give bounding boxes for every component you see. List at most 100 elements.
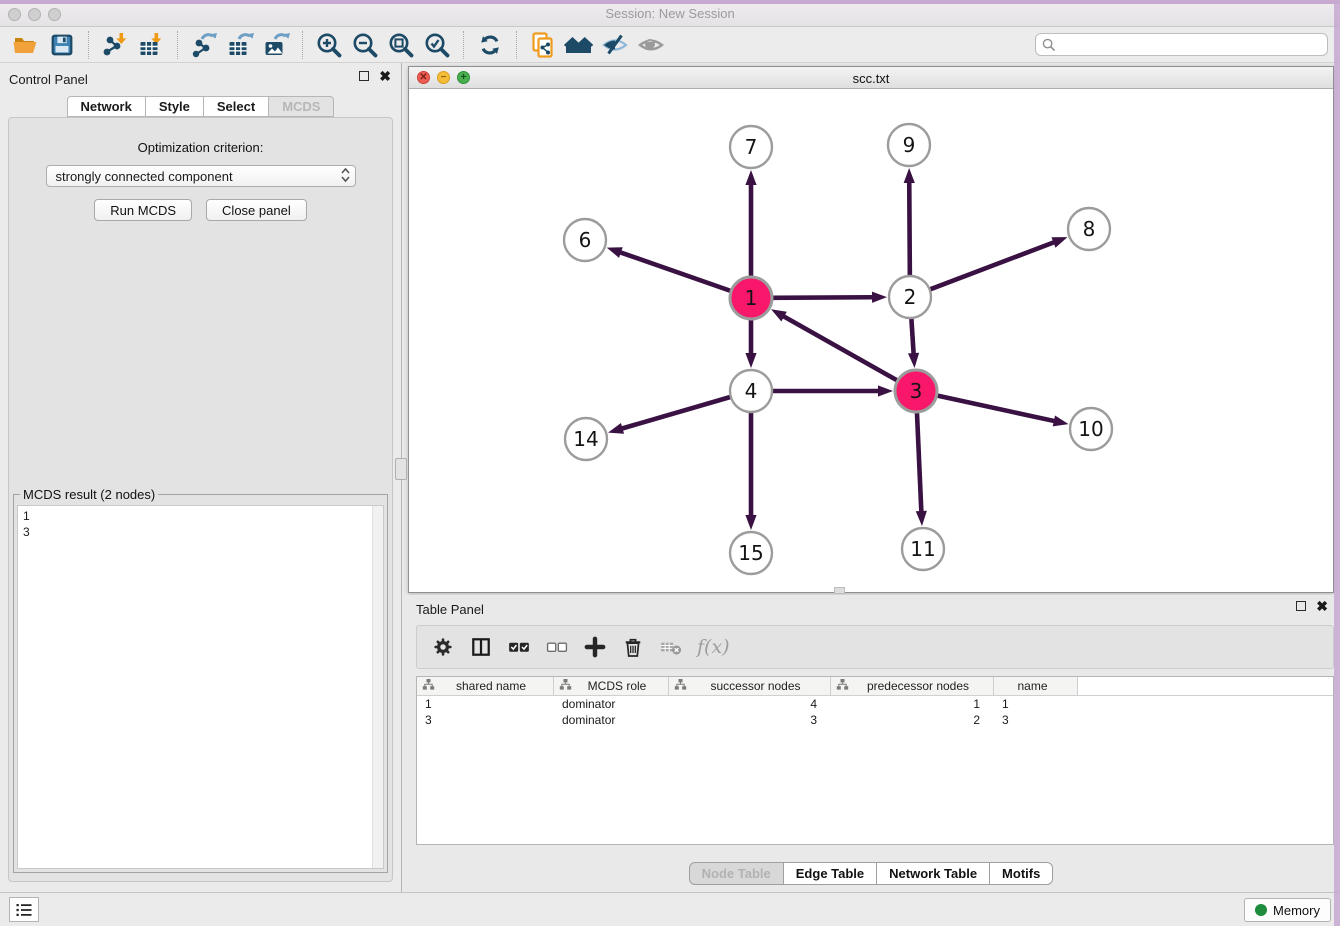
graph-edge-2-8[interactable] — [931, 242, 1054, 289]
graph-edge-2-3[interactable] — [911, 319, 913, 353]
delete-column-button[interactable] — [617, 631, 649, 663]
graph-edge-4-14[interactable] — [622, 397, 729, 428]
tab-edge-table[interactable]: Edge Table — [784, 862, 877, 885]
application-window: Session: New Session — [0, 0, 1340, 926]
close-panel-button[interactable]: Close panel — [206, 199, 307, 221]
tab-network[interactable]: Network — [67, 96, 146, 117]
open-session-button[interactable] — [8, 29, 44, 61]
main-area: Control Panel ✖ Network Style Select MCD… — [0, 63, 1340, 892]
zoom-fit-button[interactable] — [383, 29, 419, 61]
column-header-shared-name[interactable]: shared name — [417, 677, 554, 695]
unselect-all-columns-button[interactable] — [541, 631, 573, 663]
delete-table-button[interactable] — [655, 631, 687, 663]
save-session-button[interactable] — [44, 29, 80, 61]
table-cell[interactable]: 2 — [831, 712, 994, 728]
memory-button[interactable]: Memory — [1244, 898, 1331, 922]
graph-node-label-15: 15 — [738, 541, 763, 565]
export-image-button[interactable] — [258, 29, 294, 61]
export-table-icon — [226, 31, 254, 59]
zoom-selected-button[interactable] — [419, 29, 455, 61]
table-cell[interactable]: 3 — [417, 712, 554, 728]
graph-edge-1-6[interactable] — [621, 253, 730, 291]
panel-divider-grip[interactable] — [395, 458, 407, 480]
table-cell[interactable]: 3 — [669, 712, 831, 728]
hide-graphics-details-button[interactable] — [597, 29, 633, 61]
horizontal-divider-grip[interactable] — [834, 587, 845, 594]
control-panel-title: Control Panel — [9, 72, 88, 87]
export-network-button[interactable] — [186, 29, 222, 61]
table-cell[interactable]: 4 — [669, 696, 831, 712]
search-input[interactable] — [1061, 38, 1321, 52]
network-window-titlebar[interactable]: ✕ − + scc.txt — [409, 67, 1333, 89]
import-network-button[interactable] — [97, 29, 133, 61]
network-documents-icon — [529, 31, 557, 59]
graph-edge-3-11[interactable] — [917, 413, 921, 511]
control-panel-tabs: Network Style Select MCDS — [0, 96, 401, 117]
tab-motifs[interactable]: Motifs — [990, 862, 1053, 885]
float-panel-icon[interactable] — [359, 71, 369, 81]
select-all-columns-button[interactable] — [503, 631, 535, 663]
tab-node-table[interactable]: Node Table — [689, 862, 784, 885]
tab-network-table[interactable]: Network Table — [877, 862, 990, 885]
criterion-select[interactable]: strongly connected component — [46, 165, 356, 187]
column-tree-icon — [422, 678, 435, 691]
table-cell[interactable]: 1 — [831, 696, 994, 712]
column-header-MCDS-role[interactable]: MCDS role — [554, 677, 669, 695]
zoom-out-button[interactable] — [347, 29, 383, 61]
tab-mcds[interactable]: MCDS — [269, 96, 334, 117]
trash-icon — [621, 635, 645, 659]
table-cell[interactable]: 1 — [994, 696, 1078, 712]
graph-edge-3-1[interactable] — [784, 317, 897, 381]
table-settings-button[interactable] — [427, 631, 459, 663]
table-row[interactable]: 1dominator411 — [417, 696, 1333, 712]
column-header-label: successor nodes — [687, 679, 830, 693]
graph-edge-arrowhead — [607, 247, 623, 258]
graph-edge-2-9[interactable] — [909, 183, 910, 275]
titlebar: Session: New Session — [0, 0, 1340, 27]
graph-edge-1-2[interactable] — [773, 297, 872, 298]
table-cell[interactable]: 1 — [417, 696, 554, 712]
network-graph[interactable]: 7968124314101511 — [409, 89, 1333, 592]
toggle-column-view-button[interactable] — [465, 631, 497, 663]
table-close-panel-icon[interactable]: ✖ — [1316, 601, 1328, 611]
close-panel-icon[interactable]: ✖ — [379, 71, 391, 81]
run-mcds-button[interactable]: Run MCDS — [94, 199, 192, 221]
import-table-button[interactable] — [133, 29, 169, 61]
refresh-layout-button[interactable] — [472, 29, 508, 61]
column-header-name[interactable]: name — [994, 677, 1078, 695]
result-scrollbar[interactable] — [372, 506, 383, 868]
toolbar-separator — [516, 31, 517, 59]
table-body: 1dominator4113dominator323 — [417, 696, 1333, 728]
memory-label: Memory — [1273, 903, 1320, 918]
mcds-result-textarea[interactable]: 1 3 — [17, 505, 384, 869]
graph-edge-arrowhead — [916, 511, 927, 526]
table-row[interactable]: 3dominator323 — [417, 712, 1333, 728]
zoom-in-button[interactable] — [311, 29, 347, 61]
graph-node-label-9: 9 — [903, 133, 916, 157]
network-canvas[interactable]: 7968124314101511 — [409, 89, 1333, 592]
toolbar-separator — [88, 31, 89, 59]
column-header-predecessor-nodes[interactable]: predecessor nodes — [831, 677, 994, 695]
column-header-label: predecessor nodes — [849, 679, 993, 693]
tab-select[interactable]: Select — [204, 96, 269, 117]
table-cell[interactable]: dominator — [554, 712, 669, 728]
open-folder-icon — [12, 31, 40, 59]
new-network-from-selection-button[interactable] — [525, 29, 561, 61]
tab-style[interactable]: Style — [146, 96, 204, 117]
create-column-button[interactable] — [579, 631, 611, 663]
table-panel-title: Table Panel — [416, 602, 484, 617]
home-layout-button[interactable] — [561, 29, 597, 61]
graph-edge-3-10[interactable] — [937, 396, 1053, 421]
table-cell[interactable]: 3 — [994, 712, 1078, 728]
graph-node-label-8: 8 — [1083, 217, 1096, 241]
export-table-button[interactable] — [222, 29, 258, 61]
table-cell[interactable]: dominator — [554, 696, 669, 712]
show-task-history-button[interactable] — [9, 897, 39, 922]
column-header-successor-nodes[interactable]: successor nodes — [669, 677, 831, 695]
criterion-selected-value: strongly connected component — [56, 169, 233, 184]
birdseye-view-button[interactable] — [633, 29, 669, 61]
function-builder-button[interactable]: f(x) — [697, 636, 730, 658]
table-float-panel-icon[interactable] — [1296, 601, 1306, 611]
column-tree-icon — [674, 678, 687, 691]
result-line: 1 — [23, 508, 378, 524]
